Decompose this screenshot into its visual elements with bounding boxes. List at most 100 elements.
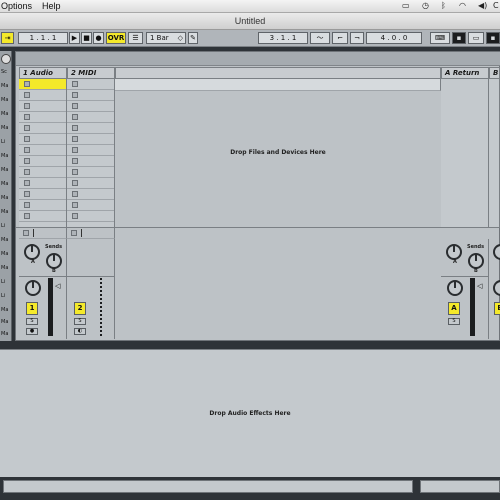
browser-item[interactable]: Ma: [1, 81, 11, 91]
browser-item[interactable]: Ma: [1, 305, 11, 315]
loop-length[interactable]: 4 . 0 . 0: [366, 32, 422, 44]
clip-slot[interactable]: [19, 134, 66, 145]
status-track-field[interactable]: [420, 480, 500, 493]
clip-stop-icon[interactable]: [72, 169, 78, 175]
clock-fragment[interactable]: C: [493, 1, 499, 10]
browser-item[interactable]: Li: [1, 221, 11, 231]
browser-item[interactable]: Sc: [1, 67, 11, 77]
clip-slot[interactable]: [67, 112, 114, 123]
browser-item[interactable]: Ma: [1, 317, 11, 327]
browser-item[interactable]: Li: [1, 137, 11, 147]
clip-stop-icon[interactable]: [24, 180, 30, 186]
browser-toggle-icon[interactable]: [1, 54, 11, 64]
clip-slot[interactable]: [19, 167, 66, 178]
clip-slot[interactable]: [19, 156, 66, 167]
clip-stop-icon[interactable]: [24, 103, 30, 109]
loop-switch-icon[interactable]: 〜: [310, 32, 330, 44]
clip-slot[interactable]: [19, 123, 66, 134]
key-map-icon[interactable]: ⌨: [430, 32, 450, 44]
clip-stop-icon[interactable]: [72, 125, 78, 131]
clip-slot[interactable]: [67, 178, 114, 189]
track-header-2-midi[interactable]: 2 MIDI: [67, 67, 115, 79]
track-activator-b[interactable]: B: [494, 302, 500, 315]
fader-arrow-icon[interactable]: ◁: [55, 282, 60, 290]
clip-slot[interactable]: [67, 167, 114, 178]
clip-stop-icon[interactable]: [24, 125, 30, 131]
clip-stop-icon[interactable]: [24, 169, 30, 175]
device-view[interactable]: Drop Audio Effects Here: [0, 349, 500, 477]
pan-knob[interactable]: [493, 280, 500, 296]
browser-item[interactable]: Ma: [1, 207, 11, 217]
browser-item[interactable]: Ma: [1, 235, 11, 245]
clip-stop-icon[interactable]: [24, 202, 30, 208]
clip-slot[interactable]: [67, 101, 114, 112]
browser-item[interactable]: Ma: [1, 193, 11, 203]
clip-slot[interactable]: [67, 90, 114, 101]
session-drop-zone[interactable]: Drop Files and Devices Here: [115, 91, 441, 227]
send-a-knob[interactable]: [24, 244, 40, 260]
solo-button[interactable]: S: [26, 318, 38, 325]
clip-stop-icon[interactable]: [72, 213, 78, 219]
clip-stop-icon[interactable]: [72, 202, 78, 208]
midi-map-icon[interactable]: ▪: [452, 32, 466, 44]
quantize-menu[interactable]: 1 Bar ◇: [146, 32, 186, 44]
browser-item[interactable]: Ma: [1, 329, 11, 339]
clip-stop-icon[interactable]: [24, 92, 30, 98]
clip-stop-icon[interactable]: [72, 158, 78, 164]
clip-slot[interactable]: [19, 189, 66, 200]
arrangement-position[interactable]: 1 . 1 . 1: [18, 32, 68, 44]
clip-stop-icon[interactable]: [72, 103, 78, 109]
browser-item[interactable]: Ma: [1, 263, 11, 273]
clip-slot[interactable]: [19, 90, 66, 101]
clip-stop-icon[interactable]: [72, 114, 78, 120]
clip-stop-icon[interactable]: [72, 147, 78, 153]
automation-arm-icon[interactable]: ☰: [128, 32, 143, 44]
fader-arrow-icon[interactable]: ◁: [477, 282, 482, 290]
clip-stop-icon[interactable]: [24, 81, 30, 87]
browser-item[interactable]: Ma: [1, 151, 11, 161]
clip-slot[interactable]: [67, 156, 114, 167]
clip-stop-icon[interactable]: [72, 136, 78, 142]
clip-slot[interactable]: [67, 200, 114, 211]
browser-item[interactable]: Ma: [1, 249, 11, 259]
punch-in-icon[interactable]: ⌐: [332, 32, 348, 44]
stop-clips-icon[interactable]: [71, 230, 77, 236]
track-activator-1[interactable]: 1: [26, 302, 38, 315]
browser-item[interactable]: Ma: [1, 123, 11, 133]
clip-stop-icon[interactable]: [24, 114, 30, 120]
track-header-1-audio[interactable]: 1 Audio: [19, 67, 67, 79]
browser-item[interactable]: Li: [1, 291, 11, 301]
clip-stop-icon[interactable]: [72, 191, 78, 197]
clip-slot[interactable]: [19, 112, 66, 123]
browser-item[interactable]: Ma: [1, 165, 11, 175]
track-activator-2[interactable]: 2: [74, 302, 86, 315]
arm-record-icon[interactable]: ◐: [74, 328, 86, 335]
send-b-knob[interactable]: [46, 253, 62, 269]
punch-out-icon[interactable]: ¬: [350, 32, 364, 44]
record-icon[interactable]: ●: [93, 32, 104, 44]
clip-stop-icon[interactable]: [72, 180, 78, 186]
arm-record-icon[interactable]: ●: [26, 328, 38, 335]
clip-slot[interactable]: [67, 211, 114, 222]
clip-slot[interactable]: [67, 134, 114, 145]
clip-stop-icon[interactable]: [72, 92, 78, 98]
pan-knob[interactable]: [447, 280, 463, 296]
menu-help[interactable]: Help: [42, 1, 61, 11]
browser-item[interactable]: Ma: [1, 179, 11, 189]
clip-slot[interactable]: [67, 123, 114, 134]
play-icon[interactable]: ▶: [69, 32, 80, 44]
pan-knob[interactable]: [25, 280, 41, 296]
send-a-knob[interactable]: [493, 244, 500, 260]
stop-clips-icon[interactable]: [23, 230, 29, 236]
loop-start-position[interactable]: 3 . 1 . 1: [258, 32, 308, 44]
bluetooth-icon[interactable]: ᛒ: [441, 1, 446, 10]
clip-stop-icon[interactable]: [24, 191, 30, 197]
clip-slot[interactable]: [19, 178, 66, 189]
clip-slot[interactable]: [67, 145, 114, 156]
browser-item[interactable]: Ma: [1, 95, 11, 105]
follow-arrow-icon[interactable]: ⇥: [1, 32, 14, 44]
draw-mode-icon[interactable]: ✎: [188, 32, 198, 44]
airplay-icon[interactable]: ▭: [402, 1, 410, 10]
browser-item[interactable]: Ma: [1, 109, 11, 119]
clip-slot[interactable]: [19, 200, 66, 211]
